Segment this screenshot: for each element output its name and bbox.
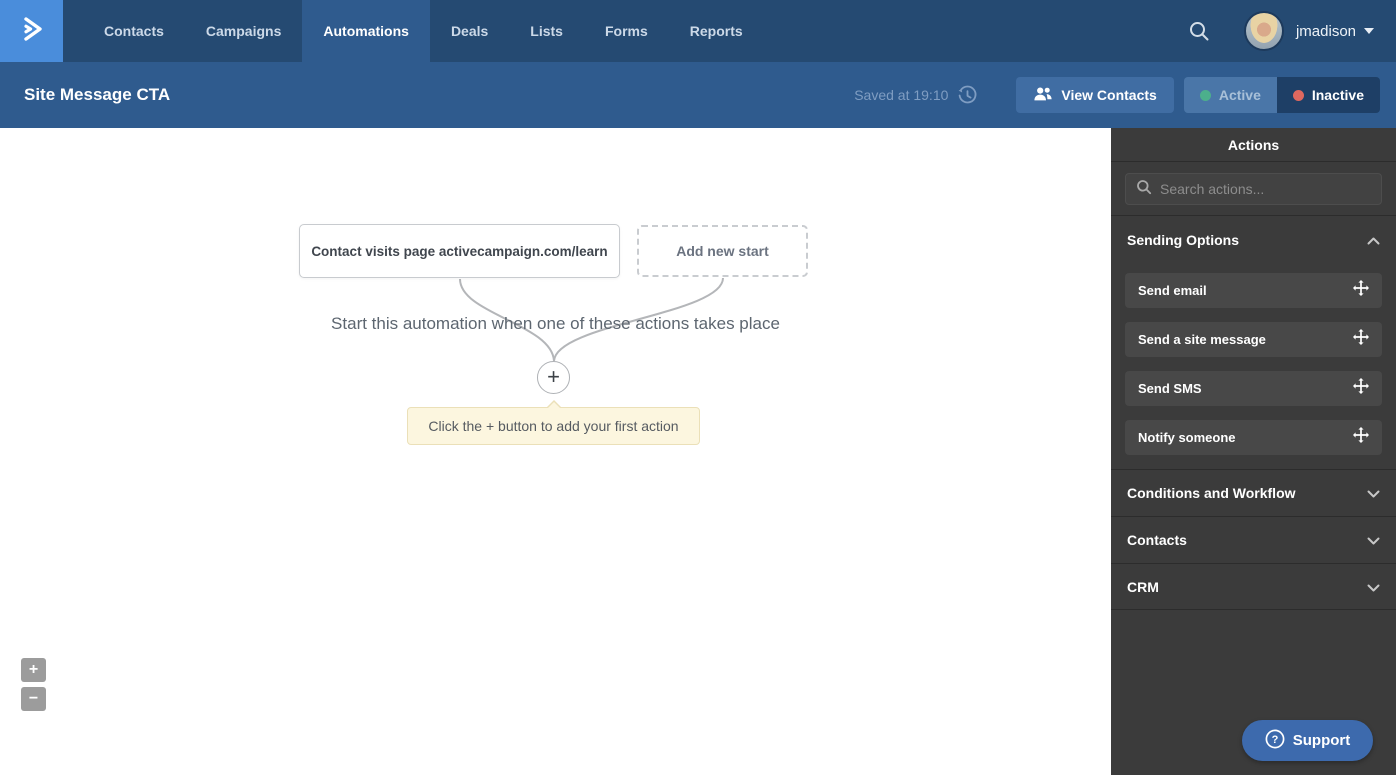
tab-automations[interactable]: Automations	[302, 0, 430, 62]
page-title: Site Message CTA	[24, 85, 171, 104]
active-status-dot	[1199, 89, 1211, 101]
automation-canvas[interactable]: Start this automation when one of these …	[0, 128, 1111, 775]
action-item-send-email[interactable]: Send email	[1125, 273, 1382, 308]
sidebar-search-area	[1111, 162, 1396, 216]
add-action-plus-button[interactable]: +	[537, 361, 570, 394]
tab-deals[interactable]: Deals	[430, 0, 509, 62]
tab-campaigns[interactable]: Campaigns	[185, 0, 302, 62]
actions-search-box[interactable]	[1125, 173, 1382, 205]
activecampaign-logo-icon	[15, 12, 49, 51]
action-item-send-sms[interactable]: Send SMS	[1125, 371, 1382, 406]
question-circle-icon: ?	[1265, 729, 1285, 753]
action-item-label: Send email	[1138, 283, 1207, 298]
user-menu-caret-icon[interactable]	[1364, 28, 1374, 34]
section-conditions-and-workflow[interactable]: Conditions and Workflow	[1111, 469, 1396, 516]
zoom-in-button[interactable]: +	[21, 658, 46, 682]
toggle-active[interactable]: Active	[1183, 77, 1277, 113]
section-label: Contacts	[1127, 532, 1187, 548]
action-item-label: Send a site message	[1138, 332, 1266, 347]
section-sending-options[interactable]: Sending Options	[1111, 216, 1396, 263]
search-icon[interactable]	[1188, 20, 1210, 42]
move-arrows-icon[interactable]	[1353, 329, 1369, 350]
zoom-out-button[interactable]: −	[21, 687, 46, 711]
actions-sidebar: Actions Sending Options Send email	[1111, 128, 1396, 775]
main-nav-tabs: Contacts Campaigns Automations Deals Lis…	[83, 0, 764, 62]
chevron-down-icon	[1367, 485, 1380, 501]
action-item-label: Send SMS	[1138, 381, 1202, 396]
username[interactable]: jmadison	[1296, 23, 1356, 40]
actions-search-input[interactable]	[1160, 181, 1371, 197]
saved-status: Saved at 19:10	[854, 87, 949, 103]
section-contacts[interactable]: Contacts	[1111, 516, 1396, 563]
toggle-inactive[interactable]: Inactive	[1276, 77, 1380, 113]
canvas-heading: Start this automation when one of these …	[331, 314, 780, 333]
first-action-tooltip: Click the + button to add your first act…	[407, 400, 700, 445]
people-icon	[1033, 86, 1053, 105]
inactive-status-dot	[1292, 89, 1304, 101]
trigger-node[interactable]: Contact visits page activecampaign.com/l…	[299, 224, 620, 278]
move-arrows-icon[interactable]	[1353, 280, 1369, 301]
action-item-send-site-message[interactable]: Send a site message	[1125, 322, 1382, 357]
active-inactive-toggle: Active Inactive	[1183, 77, 1380, 113]
tab-forms[interactable]: Forms	[584, 0, 669, 62]
svg-text:?: ?	[1271, 734, 1278, 746]
active-label: Active	[1218, 87, 1261, 103]
view-contacts-button[interactable]: View Contacts	[1016, 77, 1174, 113]
support-button[interactable]: ? Support	[1242, 720, 1373, 761]
sending-options-items: Send email Send a site message Send SMS …	[1111, 263, 1396, 469]
section-crm[interactable]: CRM	[1111, 563, 1396, 610]
view-contacts-label: View Contacts	[1061, 87, 1157, 103]
action-item-notify-someone[interactable]: Notify someone	[1125, 420, 1382, 455]
activecampaign-logo[interactable]	[0, 0, 63, 62]
chevron-down-icon	[1367, 532, 1380, 548]
move-arrows-icon[interactable]	[1353, 378, 1369, 399]
tab-reports[interactable]: Reports	[669, 0, 764, 62]
support-label: Support	[1292, 732, 1351, 749]
chevron-up-icon	[1367, 232, 1380, 248]
sidebar-title: Actions	[1111, 128, 1396, 162]
automation-header: Site Message CTA Saved at 19:10 View Con…	[0, 62, 1396, 128]
tab-lists[interactable]: Lists	[509, 0, 584, 62]
header-right-cluster: Saved at 19:10 View Contacts Active Inac…	[854, 77, 1396, 113]
add-new-start-node[interactable]: Add new start	[637, 225, 808, 277]
nav-right-cluster: jmadison	[1188, 0, 1396, 62]
chevron-down-icon	[1367, 579, 1380, 595]
inactive-label: Inactive	[1311, 87, 1364, 103]
automation-builder-app: Contacts Campaigns Automations Deals Lis…	[0, 0, 1396, 775]
section-label: CRM	[1127, 578, 1159, 595]
section-label: Conditions and Workflow	[1127, 485, 1296, 501]
canvas-zoom-controls: + −	[21, 658, 46, 711]
revision-history-icon[interactable]	[957, 85, 978, 106]
search-icon	[1136, 179, 1152, 200]
user-avatar[interactable]	[1243, 11, 1284, 51]
top-nav: Contacts Campaigns Automations Deals Lis…	[0, 0, 1396, 62]
tab-contacts[interactable]: Contacts	[83, 0, 185, 62]
section-label: Sending Options	[1127, 231, 1239, 248]
action-item-label: Notify someone	[1138, 430, 1236, 445]
move-arrows-icon[interactable]	[1353, 427, 1369, 448]
